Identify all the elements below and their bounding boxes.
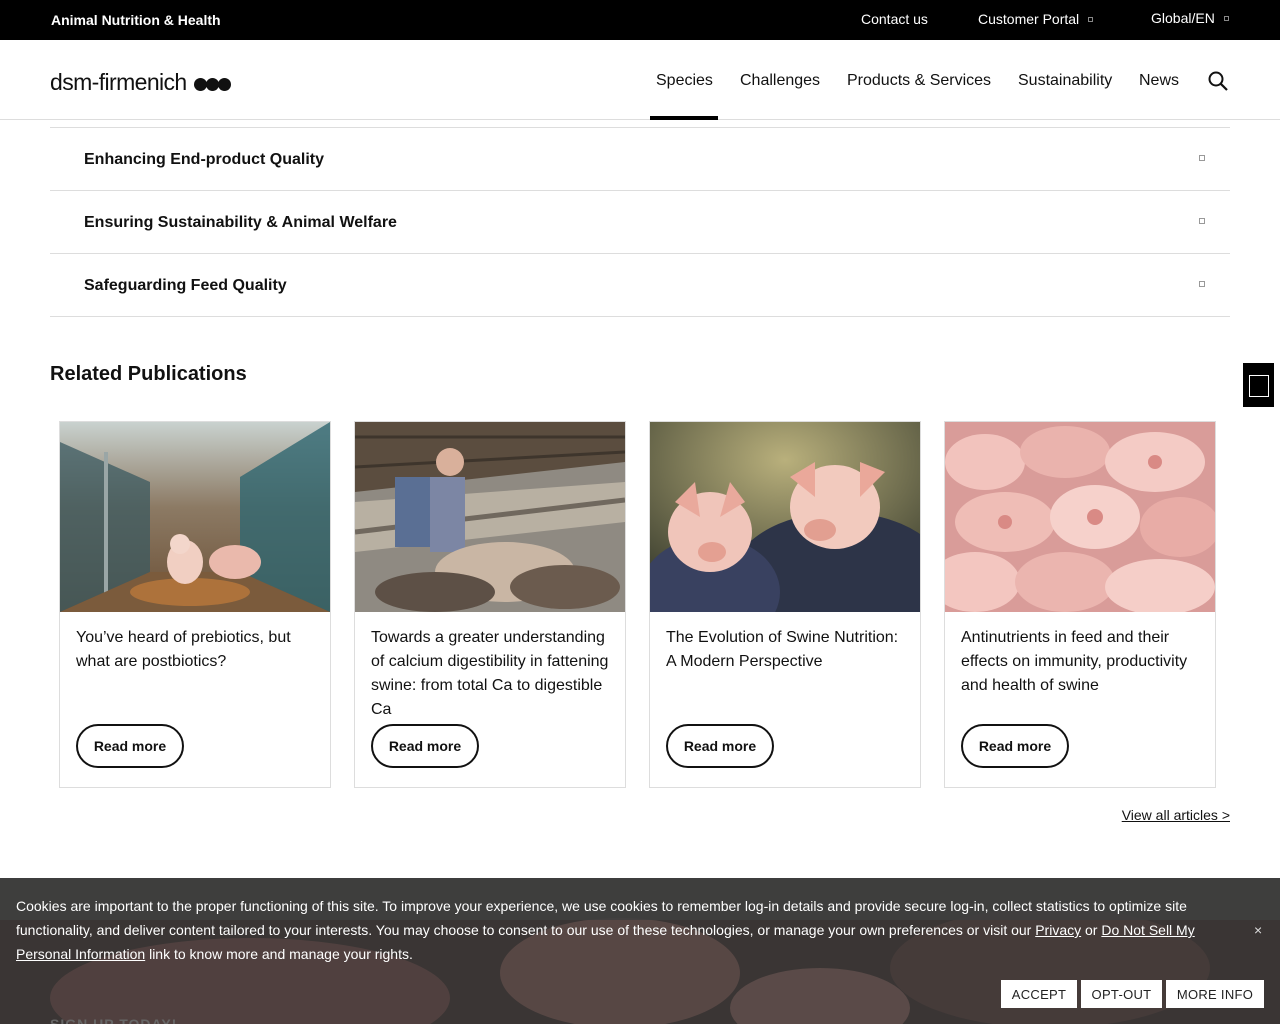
publication-image[interactable] bbox=[60, 422, 330, 612]
expand-icon bbox=[1199, 281, 1205, 287]
newsletter-heading-behind-banner: SIGN UP TODAY! bbox=[50, 1016, 178, 1024]
opt-out-button[interactable]: OPT-OUT bbox=[1081, 980, 1162, 1008]
active-nav-indicator bbox=[650, 116, 718, 120]
search-icon[interactable] bbox=[1208, 71, 1228, 91]
expand-icon bbox=[1199, 155, 1205, 161]
cookie-consent-banner: SIGN UP TODAY! Cookies are important to … bbox=[0, 878, 1280, 1024]
logo-dots-icon bbox=[193, 77, 231, 91]
accordion-item-label: Enhancing End-product Quality bbox=[84, 151, 324, 168]
top-utility-bar: Animal Nutrition & Health Contact us Cus… bbox=[0, 0, 1280, 40]
nav-sustainability[interactable]: Sustainability bbox=[1018, 72, 1112, 90]
publication-card: You’ve heard of prebiotics, but what are… bbox=[59, 421, 331, 788]
nav-species[interactable]: Species bbox=[656, 72, 713, 90]
publication-title: Towards a greater understanding of calci… bbox=[371, 629, 609, 718]
region-language-label: Global/EN bbox=[1151, 10, 1215, 26]
customer-portal-label: Customer Portal bbox=[978, 11, 1080, 27]
read-more-button[interactable]: Read more bbox=[961, 724, 1069, 768]
contact-us-link[interactable]: Contact us bbox=[861, 11, 928, 27]
nav-products-services[interactable]: Products & Services bbox=[847, 72, 991, 90]
cookie-message: Cookies are important to the proper func… bbox=[16, 894, 1216, 966]
related-publications-heading: Related Publications bbox=[50, 363, 247, 385]
main-header: dsm-firmenich Species Challenges Product… bbox=[0, 40, 1280, 120]
nav-news[interactable]: News bbox=[1139, 72, 1179, 90]
logo-wordmark: dsm-firmenich bbox=[50, 69, 187, 95]
close-icon[interactable]: × bbox=[1254, 922, 1262, 938]
privacy-link[interactable]: Privacy bbox=[1035, 922, 1081, 938]
accordion-item-feed-quality[interactable]: Safeguarding Feed Quality bbox=[50, 254, 1230, 317]
dsm-firmenich-logo[interactable]: dsm-firmenich bbox=[50, 69, 231, 96]
farmer-holding-piglets-image bbox=[650, 422, 920, 612]
cookie-text: Cookies are important to the proper func… bbox=[16, 898, 1187, 938]
read-more-button[interactable]: Read more bbox=[371, 724, 479, 768]
region-language-selector[interactable]: Global/EN bbox=[1151, 10, 1229, 26]
accordion-item-label: Ensuring Sustainability & Animal Welfare bbox=[84, 214, 397, 231]
publication-card: Towards a greater understanding of calci… bbox=[354, 421, 626, 788]
publication-title: Antinutrients in feed and their effects … bbox=[961, 629, 1188, 694]
group-of-piglets-image bbox=[945, 422, 1215, 612]
nav-challenges[interactable]: Challenges bbox=[740, 72, 820, 90]
publication-card: The Evolution of Swine Nutrition: A Mode… bbox=[649, 421, 921, 788]
farmer-with-pigs-image bbox=[355, 422, 625, 612]
cookie-text-or: or bbox=[1081, 922, 1102, 938]
cookie-text-end: link to know more and manage your rights… bbox=[145, 946, 413, 962]
publication-title: The Evolution of Swine Nutrition: A Mode… bbox=[666, 629, 899, 670]
read-more-button[interactable]: Read more bbox=[76, 724, 184, 768]
more-info-button[interactable]: MORE INFO bbox=[1166, 980, 1264, 1008]
publication-image[interactable] bbox=[355, 422, 625, 612]
piglets-in-barn-image bbox=[60, 422, 330, 612]
accordion-item-label: Safeguarding Feed Quality bbox=[84, 277, 287, 294]
customer-portal-link[interactable]: Customer Portal bbox=[978, 11, 1094, 27]
publication-card: Antinutrients in feed and their effects … bbox=[944, 421, 1216, 788]
expand-icon bbox=[1199, 218, 1205, 224]
division-name: Animal Nutrition & Health bbox=[51, 12, 221, 28]
publication-image[interactable] bbox=[650, 422, 920, 612]
chevron-down-icon bbox=[1223, 15, 1229, 21]
contact-us-label: Contact us bbox=[861, 11, 928, 27]
accordion-item-sustainability-welfare[interactable]: Ensuring Sustainability & Animal Welfare bbox=[50, 191, 1230, 254]
feedback-icon bbox=[1249, 375, 1269, 397]
feedback-tab[interactable] bbox=[1243, 363, 1274, 407]
accordion-item-end-product-quality[interactable]: Enhancing End-product Quality bbox=[50, 128, 1230, 191]
publication-title: You’ve heard of prebiotics, but what are… bbox=[76, 629, 291, 670]
accept-cookies-button[interactable]: ACCEPT bbox=[1001, 980, 1077, 1008]
external-link-icon bbox=[1088, 16, 1094, 22]
read-more-button[interactable]: Read more bbox=[666, 724, 774, 768]
view-all-articles-link[interactable]: View all articles > bbox=[1122, 807, 1230, 823]
publication-image[interactable] bbox=[945, 422, 1215, 612]
